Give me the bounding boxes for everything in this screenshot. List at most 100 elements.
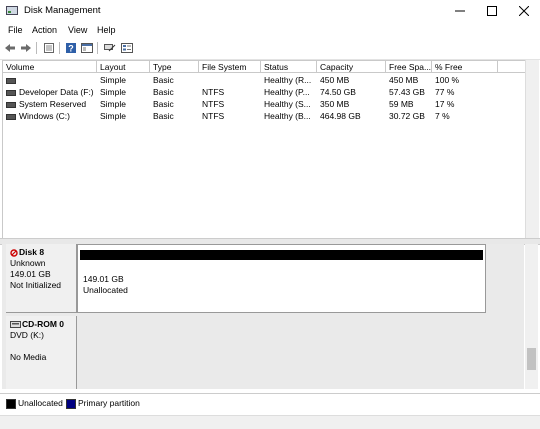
cell-capacity: 350 MB bbox=[320, 99, 350, 109]
cdrom-0-info[interactable]: CD-ROM 0 DVD (K:) No Media bbox=[6, 316, 77, 389]
minimize-icon bbox=[455, 10, 465, 12]
rescan-icon bbox=[104, 44, 116, 52]
close-button[interactable] bbox=[508, 0, 540, 22]
column-header-status[interactable]: Status bbox=[261, 61, 317, 73]
volume-list-scrollbar[interactable] bbox=[525, 60, 539, 238]
toolbar-separator bbox=[97, 42, 98, 54]
column-header-capacity[interactable]: Capacity bbox=[317, 61, 386, 73]
app-disk-icon bbox=[6, 6, 18, 15]
disk-name: CD-ROM 0 bbox=[22, 319, 65, 329]
cell-status: Healthy (S... bbox=[264, 99, 311, 109]
properties-button[interactable] bbox=[42, 41, 56, 55]
cell-percent-free: 7 % bbox=[435, 111, 450, 121]
disk-size: 149.01 GB bbox=[10, 269, 51, 279]
volume-name: System Reserved bbox=[19, 99, 87, 109]
cell-layout: Simple bbox=[100, 87, 126, 97]
title-bar: Disk Management bbox=[0, 0, 540, 22]
table-row[interactable]: Simple Basic Healthy (R... 450 MB 450 MB 100 … bbox=[3, 74, 525, 86]
column-header-percent-free[interactable]: % Free bbox=[432, 61, 498, 73]
disk-8-info[interactable]: Disk 8 Unknown 149.01 GB Not Initialized bbox=[6, 244, 77, 313]
minimize-button[interactable] bbox=[444, 0, 476, 22]
cell-percent-free: 17 % bbox=[435, 99, 455, 109]
cell-file-system: NTFS bbox=[202, 111, 225, 121]
back-button[interactable] bbox=[3, 41, 17, 55]
disk-graphical-view: Disk 8 Unknown 149.01 GB Not Initialized… bbox=[2, 244, 524, 389]
cell-file-system: NTFS bbox=[202, 87, 225, 97]
volume-icon bbox=[6, 77, 16, 84]
cell-free-space: 59 MB bbox=[389, 99, 414, 109]
close-icon bbox=[519, 6, 529, 16]
cell-status: Healthy (R... bbox=[264, 75, 312, 85]
cell-volume: System Reserved bbox=[3, 98, 97, 110]
disk-view-scrollbar[interactable] bbox=[525, 244, 538, 389]
help-button[interactable]: ? bbox=[64, 41, 78, 55]
column-header-layout[interactable]: Layout bbox=[97, 61, 150, 73]
cell-status: Healthy (P... bbox=[264, 87, 310, 97]
menu-view[interactable]: View bbox=[68, 25, 87, 35]
forward-button[interactable] bbox=[19, 41, 33, 55]
cell-free-space: 450 MB bbox=[389, 75, 419, 85]
menu-file[interactable]: File bbox=[8, 25, 23, 35]
maximize-icon bbox=[487, 6, 497, 16]
legend-primary-label: Primary partition bbox=[78, 398, 140, 408]
partition-label: Unallocated bbox=[83, 285, 128, 295]
properties-icon bbox=[44, 43, 54, 53]
forward-arrow-icon bbox=[21, 44, 31, 52]
table-row[interactable]: Windows (C:) Simple Basic NTFS Healthy (B...… bbox=[3, 110, 525, 122]
toolbar-separator bbox=[59, 42, 60, 54]
table-row[interactable]: System Reserved Simple Basic NTFS Healthy (S… bbox=[3, 98, 525, 110]
cell-capacity: 464.98 GB bbox=[320, 111, 361, 121]
legend-primary-swatch bbox=[66, 399, 76, 409]
column-header-type[interactable]: Type bbox=[150, 61, 199, 73]
cell-file-system: NTFS bbox=[202, 99, 225, 109]
disk-state: Not Initialized bbox=[10, 280, 62, 290]
disk-8-partition-area[interactable]: 149.01 GB Unallocated bbox=[77, 244, 486, 313]
list-view-icon bbox=[121, 43, 133, 53]
console-icon bbox=[81, 43, 93, 53]
cell-free-space: 30.72 GB bbox=[389, 111, 425, 121]
menu-help[interactable]: Help bbox=[97, 25, 116, 35]
cell-layout: Simple bbox=[100, 99, 126, 109]
cell-volume: Windows (C:) bbox=[3, 110, 97, 122]
disk-type: Unknown bbox=[10, 258, 46, 268]
cell-capacity: 74.50 GB bbox=[320, 87, 356, 97]
cell-free-space: 57.43 GB bbox=[389, 87, 425, 97]
toolbar-separator bbox=[36, 42, 37, 54]
disk-state: No Media bbox=[10, 352, 47, 362]
cell-layout: Simple bbox=[100, 75, 126, 85]
menu-bar: File Action View Help bbox=[0, 22, 540, 37]
column-header-file-system[interactable]: File System bbox=[199, 61, 261, 73]
maximize-button[interactable] bbox=[476, 0, 508, 22]
scrollbar-thumb[interactable] bbox=[527, 348, 536, 370]
cell-volume bbox=[3, 74, 97, 86]
legend: Unallocated Primary partition bbox=[0, 393, 540, 416]
rescan-button[interactable] bbox=[103, 41, 117, 55]
back-arrow-icon bbox=[5, 44, 15, 52]
disk-type: DVD (K:) bbox=[10, 330, 44, 340]
volume-name: Developer Data (F:) bbox=[19, 87, 94, 97]
cell-type: Basic bbox=[153, 87, 174, 97]
unallocated-bar bbox=[80, 250, 483, 260]
volume-icon bbox=[6, 113, 16, 120]
toolbar: ? bbox=[0, 37, 540, 60]
legend-unallocated-label: Unallocated bbox=[18, 398, 63, 408]
volume-icon bbox=[6, 101, 16, 108]
disk-not-initialized-icon bbox=[10, 248, 18, 257]
cell-percent-free: 100 % bbox=[435, 75, 460, 85]
volume-icon bbox=[6, 89, 16, 96]
list-view-button[interactable] bbox=[120, 41, 134, 55]
cell-type: Basic bbox=[153, 75, 174, 85]
table-row[interactable]: Developer Data (F:) Simple Basic NTFS Health… bbox=[3, 86, 525, 98]
console-button[interactable] bbox=[80, 41, 94, 55]
column-header-volume[interactable]: Volume bbox=[3, 61, 97, 73]
cell-layout: Simple bbox=[100, 111, 126, 121]
unallocated-partition[interactable]: 149.01 GB Unallocated bbox=[83, 274, 128, 296]
menu-action[interactable]: Action bbox=[32, 25, 57, 35]
cell-percent-free: 77 % bbox=[435, 87, 455, 97]
volume-name: Windows (C:) bbox=[19, 111, 71, 121]
help-icon: ? bbox=[66, 43, 76, 54]
volume-list[interactable]: Volume Layout Type File System Status Ca… bbox=[2, 60, 526, 240]
svg-text:?: ? bbox=[68, 44, 74, 54]
legend-unallocated-swatch bbox=[6, 399, 16, 409]
column-header-free-space[interactable]: Free Spa... bbox=[386, 61, 432, 73]
